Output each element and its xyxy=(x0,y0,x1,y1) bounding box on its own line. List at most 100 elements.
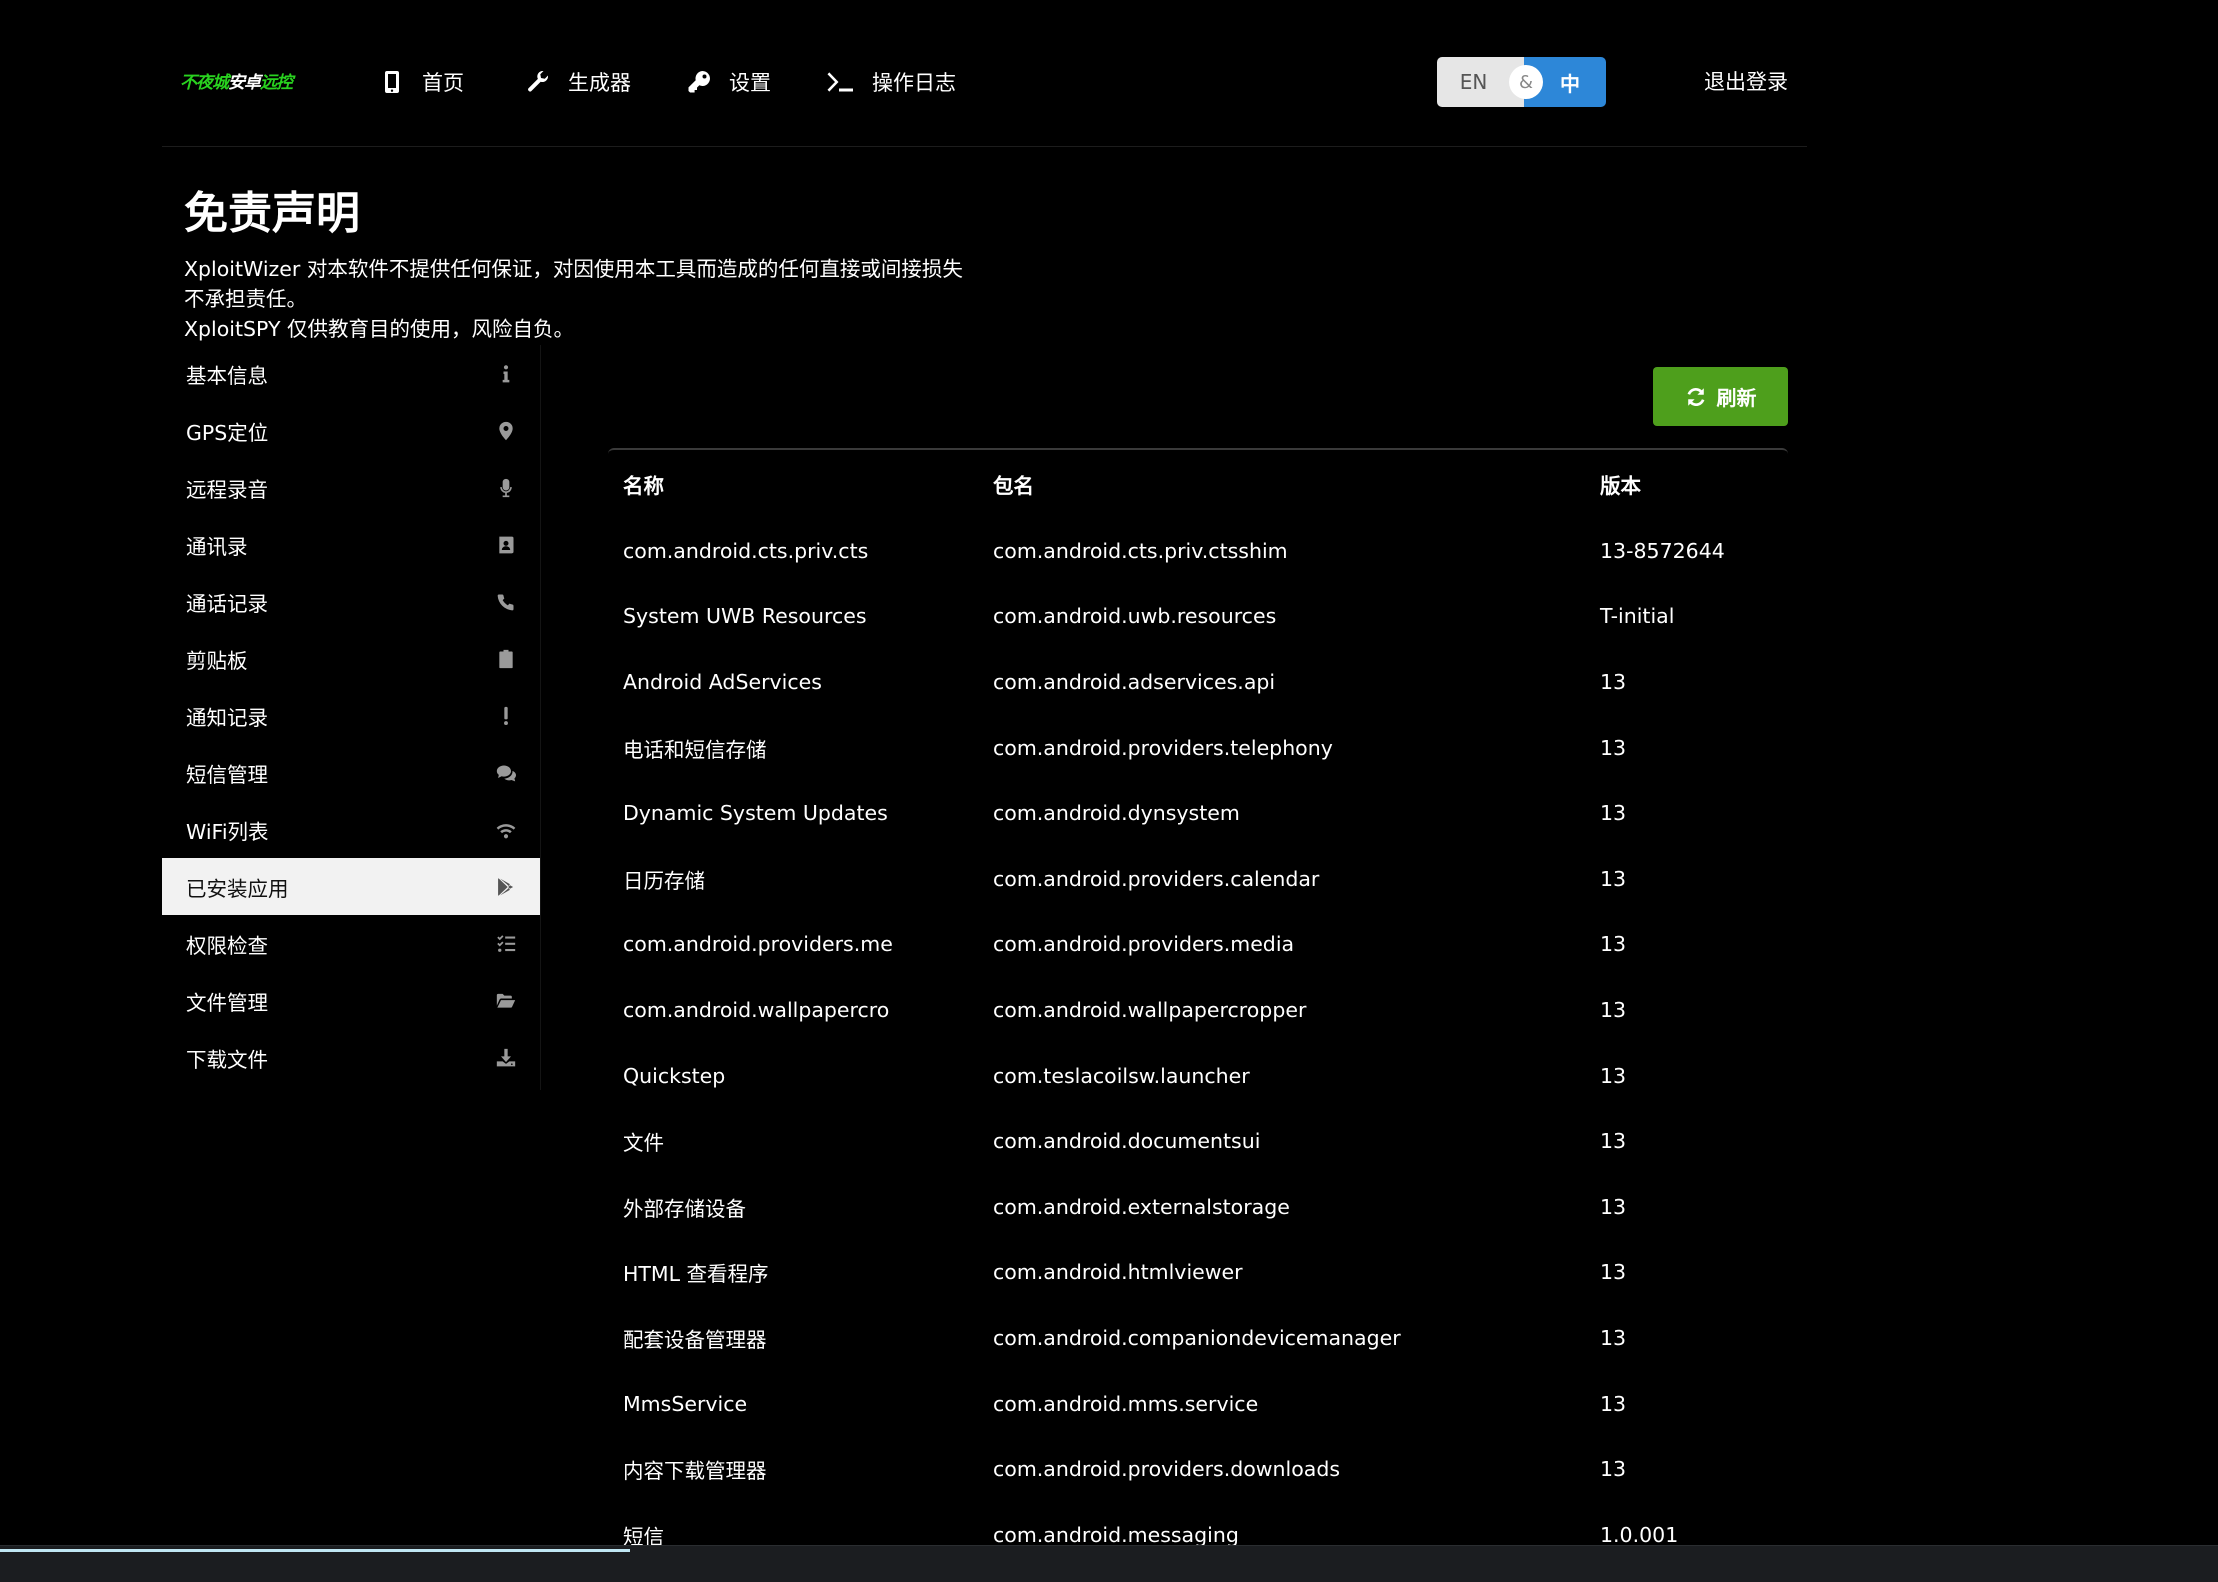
table-row: com.android.wallpapercro com.android.wall… xyxy=(608,977,1788,1043)
cell-version: 13 xyxy=(1600,1457,1627,1482)
sidebar-item-label: 下载文件 xyxy=(186,1047,268,1072)
cell-app-name: MmsService xyxy=(623,1391,748,1416)
cell-package-name: com.android.providers.telephony xyxy=(993,735,1333,760)
cell-app-name: Dynamic System Updates xyxy=(623,801,888,826)
table-row: Dynamic System Updates com.android.dynsys… xyxy=(608,780,1788,846)
nav-settings[interactable]: 设置 xyxy=(687,62,771,102)
top-navbar: 不夜城安卓远控 首页 生成器 设置 操作日志 EN 中 & 退出登录 xyxy=(162,0,1807,147)
cell-version: 13 xyxy=(1600,669,1627,694)
address-book-icon xyxy=(499,536,514,553)
refresh-button-label: 刷新 xyxy=(1716,386,1757,410)
sidebar-item-call-log[interactable]: 通话记录 xyxy=(162,573,540,630)
info-icon xyxy=(502,364,510,382)
cell-package-name: com.android.mms.service xyxy=(993,1391,1259,1416)
table-row: Quickstep com.teslacoilsw.launcher 13 xyxy=(608,1043,1788,1109)
sidebar-item-label: 剪贴板 xyxy=(186,648,248,673)
sidebar-item-clipboard[interactable]: 剪贴板 xyxy=(162,630,540,687)
cell-package-name: com.android.providers.downloads xyxy=(993,1457,1341,1482)
sidebar-item-contacts[interactable]: 通讯录 xyxy=(162,516,540,573)
cell-package-name: com.android.wallpapercropper xyxy=(993,997,1307,1022)
app-container: 不夜城安卓远控 首页 生成器 设置 操作日志 EN 中 & 退出登录 免责声明 … xyxy=(162,0,1807,1547)
sidebar-item-label: 权限检查 xyxy=(186,933,268,958)
key-icon xyxy=(688,71,710,93)
cell-app-name: 外部存储设备 xyxy=(623,1196,746,1221)
page-load-progress xyxy=(0,1549,630,1552)
logo-text-3: 远控 xyxy=(260,73,293,93)
nav-logs-label: 操作日志 xyxy=(872,71,956,95)
cell-package-name: com.android.cts.priv.ctsshim xyxy=(993,538,1288,563)
cell-app-name: HTML 查看程序 xyxy=(623,1262,769,1287)
nav-generator[interactable]: 生成器 xyxy=(526,62,631,102)
disclaimer-text: XploitWizer 对本软件不提供任何保证，对因使用本工具而造成的任何直接或… xyxy=(184,254,974,344)
sidebar-item-label: 通讯录 xyxy=(186,534,248,559)
cell-version: 13 xyxy=(1600,1260,1627,1285)
logo-text-2: 安卓 xyxy=(228,73,261,93)
sidebar-item-file-manager[interactable]: 文件管理 xyxy=(162,972,540,1029)
table-row: 外部存储设备 com.android.externalstorage 13 xyxy=(608,1174,1788,1240)
comments-icon xyxy=(496,765,516,781)
download-icon xyxy=(496,1048,516,1066)
cell-app-name: 文件 xyxy=(623,1131,664,1156)
sidebar-item-installed-apps[interactable]: 已安装应用 xyxy=(162,858,540,915)
table-body: com.android.cts.priv.cts com.android.cts.… xyxy=(608,518,1788,1547)
cell-app-name: Android AdServices xyxy=(623,669,822,694)
logout-link[interactable]: 退出登录 xyxy=(1704,66,1788,96)
language-toggle[interactable]: EN 中 & xyxy=(1437,57,1606,107)
table-row: com.android.cts.priv.cts com.android.cts.… xyxy=(608,518,1788,584)
brand-logo[interactable]: 不夜城安卓远控 xyxy=(180,68,293,93)
sidebar-item-label: WiFi列表 xyxy=(186,819,269,844)
phone-icon xyxy=(497,593,514,610)
table-row: HTML 查看程序 com.android.htmlviewer 13 xyxy=(608,1240,1788,1306)
mobile-icon xyxy=(385,71,399,93)
sidebar-item-downloads[interactable]: 下载文件 xyxy=(162,1029,540,1086)
table-row: 短信 com.android.messaging 1.0.001 xyxy=(608,1502,1788,1547)
cell-package-name: com.android.companiondevicemanager xyxy=(993,1325,1401,1350)
sidebar-item-permissions[interactable]: 权限检查 xyxy=(162,915,540,972)
tasks-icon xyxy=(497,934,516,952)
exclamation-icon xyxy=(504,706,508,725)
cell-app-name: com.android.providers.me xyxy=(623,932,893,957)
sidebar-item-wifi[interactable]: WiFi列表 xyxy=(162,801,540,858)
sidebar-item-label: 通知记录 xyxy=(186,705,268,730)
cell-package-name: com.android.providers.calendar xyxy=(993,866,1320,891)
sidebar-item-gps[interactable]: GPS定位 xyxy=(162,402,540,459)
cell-package-name: com.android.uwb.resources xyxy=(993,604,1277,629)
sidebar-menu: 基本信息 GPS定位 远程录音 通讯录 通话记录 剪贴板 通知记录 短信管理 W… xyxy=(162,345,541,1090)
cell-version: 13 xyxy=(1600,866,1627,891)
disclaimer-line-2: XploitSPY 仅供教育目的使用，风险自负。 xyxy=(184,317,574,341)
nav-logs[interactable]: 操作日志 xyxy=(826,62,956,102)
disclaimer-line-1: XploitWizer 对本软件不提供任何保证，对因使用本工具而造成的任何直接或… xyxy=(184,257,963,311)
table-row: 文件 com.android.documentsui 13 xyxy=(608,1108,1788,1174)
sidebar-item-basic-info[interactable]: 基本信息 xyxy=(162,345,540,402)
cell-version: 1.0.001 xyxy=(1600,1522,1679,1547)
sidebar-item-label: GPS定位 xyxy=(186,420,269,445)
cell-app-name: 日历存储 xyxy=(623,868,705,893)
sidebar-item-label: 远程录音 xyxy=(186,477,268,502)
microphone-icon xyxy=(500,478,512,497)
sidebar-item-label: 短信管理 xyxy=(186,762,268,787)
column-header-package: 包名 xyxy=(993,474,1034,498)
play-store-icon xyxy=(498,877,514,896)
cell-version: 13 xyxy=(1600,735,1627,760)
table-row: 日历存储 com.android.providers.calendar 13 xyxy=(608,846,1788,912)
refresh-button[interactable]: 刷新 xyxy=(1653,367,1788,426)
nav-home[interactable]: 首页 xyxy=(380,62,464,102)
column-header-version: 版本 xyxy=(1600,474,1641,498)
sidebar-item-label: 通话记录 xyxy=(186,591,268,616)
table-header: 名称 包名 版本 xyxy=(608,450,1788,518)
table-row: 配套设备管理器 com.android.companiondevicemanage… xyxy=(608,1305,1788,1371)
cell-package-name: com.android.documentsui xyxy=(993,1129,1261,1154)
sidebar-item-sms[interactable]: 短信管理 xyxy=(162,744,540,801)
cell-version: 13 xyxy=(1600,932,1627,957)
cell-version: 13 xyxy=(1600,997,1627,1022)
nav-generator-label: 生成器 xyxy=(568,71,631,95)
nav-home-label: 首页 xyxy=(422,71,464,95)
sync-icon xyxy=(1687,387,1704,406)
sidebar-item-recording[interactable]: 远程录音 xyxy=(162,459,540,516)
table-row: com.android.providers.me com.android.prov… xyxy=(608,912,1788,978)
table-row: 电话和短信存储 com.android.providers.telephony 13 xyxy=(608,715,1788,781)
sidebar-item-notifications[interactable]: 通知记录 xyxy=(162,687,540,744)
cell-version: 13 xyxy=(1600,1194,1627,1219)
installed-apps-table: 名称 包名 版本 com.android.cts.priv.cts com.and… xyxy=(608,448,1788,1547)
cell-package-name: com.teslacoilsw.launcher xyxy=(993,1063,1250,1088)
